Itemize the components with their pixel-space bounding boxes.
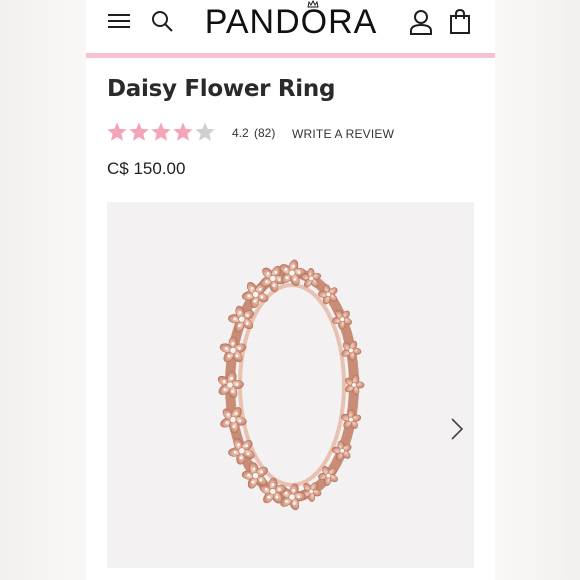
star-filled-icon — [151, 122, 171, 141]
left-backdrop — [0, 0, 86, 580]
menu-icon[interactable] — [108, 12, 130, 30]
chevron-right-icon[interactable] — [450, 417, 464, 441]
product-gallery — [107, 202, 474, 568]
rating-value: 4.2 — [232, 126, 249, 140]
review-count: (82) — [254, 126, 276, 140]
product-page: PANDORA Daisy Flower Ring 4.2 (82) WRITE… — [86, 0, 495, 580]
star-filled-icon — [129, 122, 149, 141]
product-price: C$ 150.00 — [107, 159, 186, 178]
brand-logo[interactable]: PANDORA — [204, 2, 378, 42]
shopping-bag-icon[interactable] — [449, 9, 471, 35]
daisy-flower — [345, 374, 365, 396]
site-header: PANDORA — [86, 0, 495, 54]
right-backdrop — [494, 0, 580, 580]
star-filled-icon — [107, 122, 127, 141]
search-icon[interactable] — [150, 9, 174, 33]
star-filled-icon — [173, 122, 193, 141]
product-title: Daisy Flower Ring — [107, 76, 336, 102]
accent-bar — [86, 53, 495, 58]
daisy-ring-image — [217, 259, 365, 511]
star-empty-icon — [195, 122, 215, 141]
star-rating — [106, 121, 216, 145]
write-review-link[interactable]: WRITE A REVIEW — [292, 127, 394, 141]
user-icon[interactable] — [409, 9, 433, 35]
